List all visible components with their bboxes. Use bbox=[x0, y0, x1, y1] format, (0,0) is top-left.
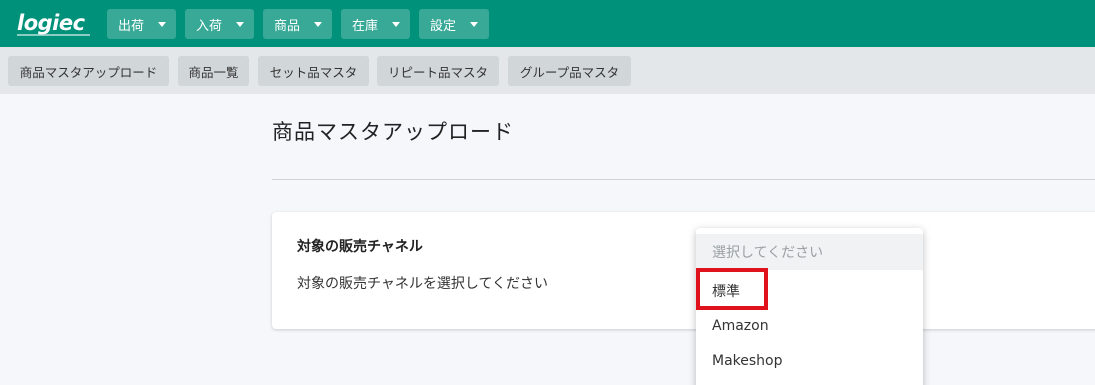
channel-field-label: 対象の販売チャネル bbox=[297, 239, 423, 255]
page-title: 商品マスタアップロード bbox=[272, 120, 514, 144]
sub-navbar: 商品マスタアップロード 商品一覧 セット品マスタ リピート品マスタ グループ品マ… bbox=[0, 47, 1095, 94]
subnav-set-product-master[interactable]: セット品マスタ bbox=[258, 56, 369, 86]
nav-settings-menu[interactable]: 設定 bbox=[419, 9, 489, 39]
logo-underline bbox=[17, 34, 90, 36]
top-navbar: logiec 出荷 入荷 商品 在庫 設定 bbox=[0, 0, 1095, 47]
nav-receiving-menu[interactable]: 入荷 bbox=[185, 9, 254, 39]
chevron-down-icon bbox=[236, 21, 245, 27]
nav-shipping-menu[interactable]: 出荷 bbox=[107, 9, 176, 39]
nav-label: 商品 bbox=[274, 18, 301, 34]
logiec-logo[interactable]: logiec bbox=[17, 10, 85, 36]
channel-card bbox=[272, 212, 1095, 329]
chevron-down-icon bbox=[314, 21, 323, 27]
highlight-annotation-box bbox=[696, 268, 768, 310]
nav-label: 設定 bbox=[430, 18, 457, 34]
chevron-down-icon bbox=[158, 21, 167, 27]
subnav-group-product-master[interactable]: グループ品マスタ bbox=[508, 56, 631, 86]
subnav-product-list[interactable]: 商品一覧 bbox=[178, 56, 249, 86]
subnav-repeat-product-master[interactable]: リピート品マスタ bbox=[377, 56, 499, 86]
title-divider bbox=[272, 179, 1095, 180]
chevron-down-icon bbox=[470, 21, 479, 27]
nav-label: 入荷 bbox=[196, 18, 223, 34]
menu-placeholder: 選択してください bbox=[696, 234, 923, 270]
nav-label: 在庫 bbox=[352, 18, 379, 34]
nav-inventory-menu[interactable]: 在庫 bbox=[341, 9, 410, 39]
nav-label: 出荷 bbox=[118, 18, 145, 34]
menu-option-amazon[interactable]: Amazon bbox=[696, 308, 923, 344]
subnav-product-master-upload[interactable]: 商品マスタアップロード bbox=[8, 56, 169, 86]
menu-option-makeshop[interactable]: Makeshop bbox=[696, 343, 923, 379]
channel-field-description: 対象の販売チャネルを選択してください bbox=[297, 276, 549, 292]
nav-product-menu[interactable]: 商品 bbox=[263, 9, 332, 39]
chevron-down-icon bbox=[392, 21, 401, 27]
